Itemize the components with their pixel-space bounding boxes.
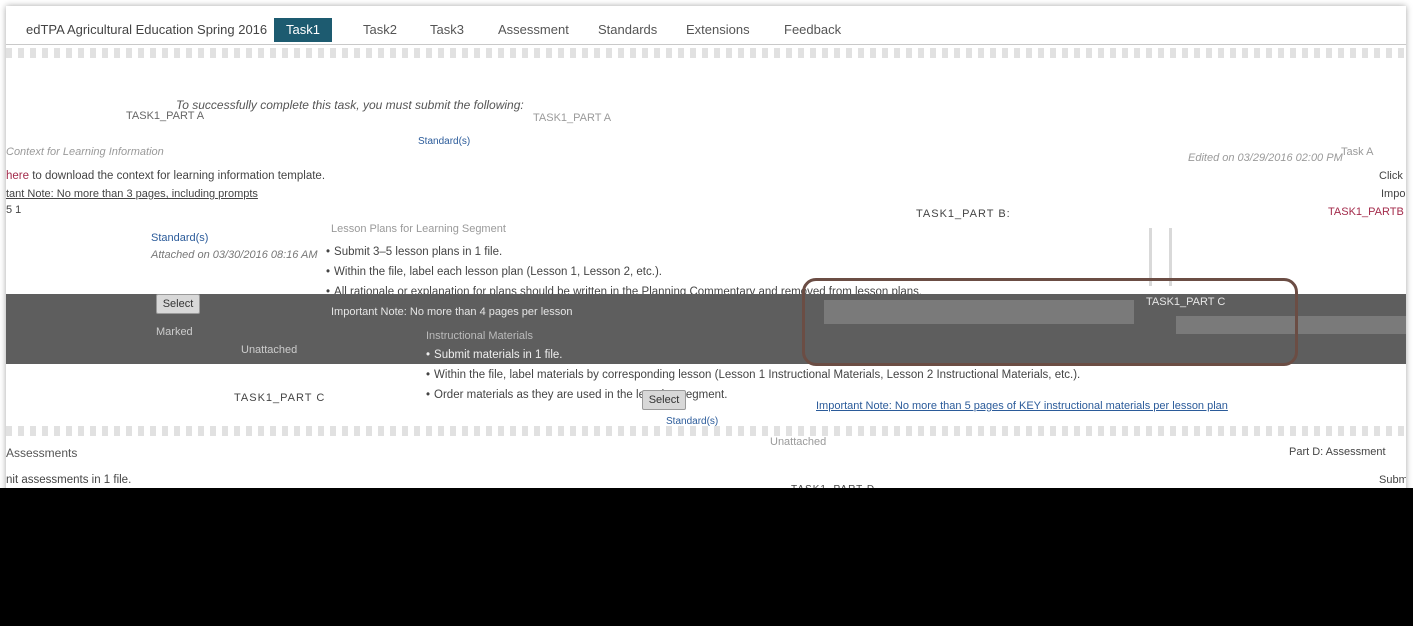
top-navigation: edTPA Agricultural Education Spring 2016… <box>6 18 1406 45</box>
tab-task3[interactable]: Task3 <box>418 18 476 42</box>
right-import-text: Import <box>1381 188 1406 200</box>
assessments-text: nit assessments in 1 file. <box>6 474 132 486</box>
important-note-a: tant Note: No more than 3 pages, includi… <box>6 188 258 200</box>
part-c-description: Instructional Materials <box>426 330 533 342</box>
part-c-select-button[interactable]: Select <box>642 390 686 410</box>
part-b-select-button[interactable]: Select <box>156 294 200 314</box>
part-c-heading: TASK1_PART C <box>234 392 326 404</box>
list-item: Within the file, label each lesson plan … <box>326 266 922 278</box>
download-link[interactable]: here <box>6 170 29 182</box>
important-note-b: Important Note: No more than 4 pages per… <box>331 306 573 318</box>
part-b-attached: Attached on 03/30/2016 08:16 AM <box>151 249 318 261</box>
part-a-link[interactable]: TASK1_PART A <box>533 112 611 124</box>
tab-feedback[interactable]: Feedback <box>772 18 853 42</box>
page-ref: 5 1 <box>6 204 22 216</box>
part-b-heading: TASK1_PART B: <box>916 208 1011 220</box>
tab-assessment[interactable]: Assessment <box>486 18 581 42</box>
part-b-link[interactable]: TASK1_PARTB <box>1328 206 1404 218</box>
tab-task1[interactable]: Task1 <box>274 18 332 42</box>
list-item: Within the file, label materials by corr… <box>426 369 1080 381</box>
tab-standards[interactable]: Standards <box>586 18 669 42</box>
black-occlusion <box>0 488 1413 626</box>
part-d-label: Part D: Assessment <box>1289 446 1386 458</box>
tab-task2[interactable]: Task2 <box>351 18 409 42</box>
context-title: Context for Learning Information <box>6 146 164 158</box>
assessments-heading: Assessments <box>6 446 78 460</box>
edited-timestamp: Edited on 03/29/2016 02:00 PM <box>1188 152 1343 164</box>
tab-extensions[interactable]: Extensions <box>674 18 762 42</box>
standards-link[interactable]: Standard(s) <box>418 136 470 147</box>
list-item: Submit 3–5 lesson plans in 1 file. <box>326 246 922 258</box>
divider <box>6 48 1406 58</box>
instructions-heading: To successfully complete this task, you … <box>176 98 524 112</box>
portfolio-title: edTPA Agricultural Education Spring 2016 <box>26 22 268 37</box>
list-item: Submit materials in 1 file. <box>426 349 1080 361</box>
unattached-status: Unattached <box>241 344 298 356</box>
download-text: to download the context for learning inf… <box>32 170 326 182</box>
marked-status: Marked <box>156 326 193 338</box>
part-c-note: Important Note: No more than 5 pages of … <box>816 400 1228 412</box>
part-b-standards[interactable]: Standard(s) <box>151 232 208 244</box>
unattached-status-c: Unattached <box>770 436 827 448</box>
task-a-right: Task A <box>1341 146 1374 158</box>
part-d-submit: Subm <box>1379 474 1406 486</box>
part-b-description: Lesson Plans for Learning Segment <box>331 223 506 235</box>
download-instruction: here to download the context for learnin… <box>6 170 325 182</box>
divider <box>6 426 1406 436</box>
right-click-text: Click h <box>1379 170 1406 182</box>
